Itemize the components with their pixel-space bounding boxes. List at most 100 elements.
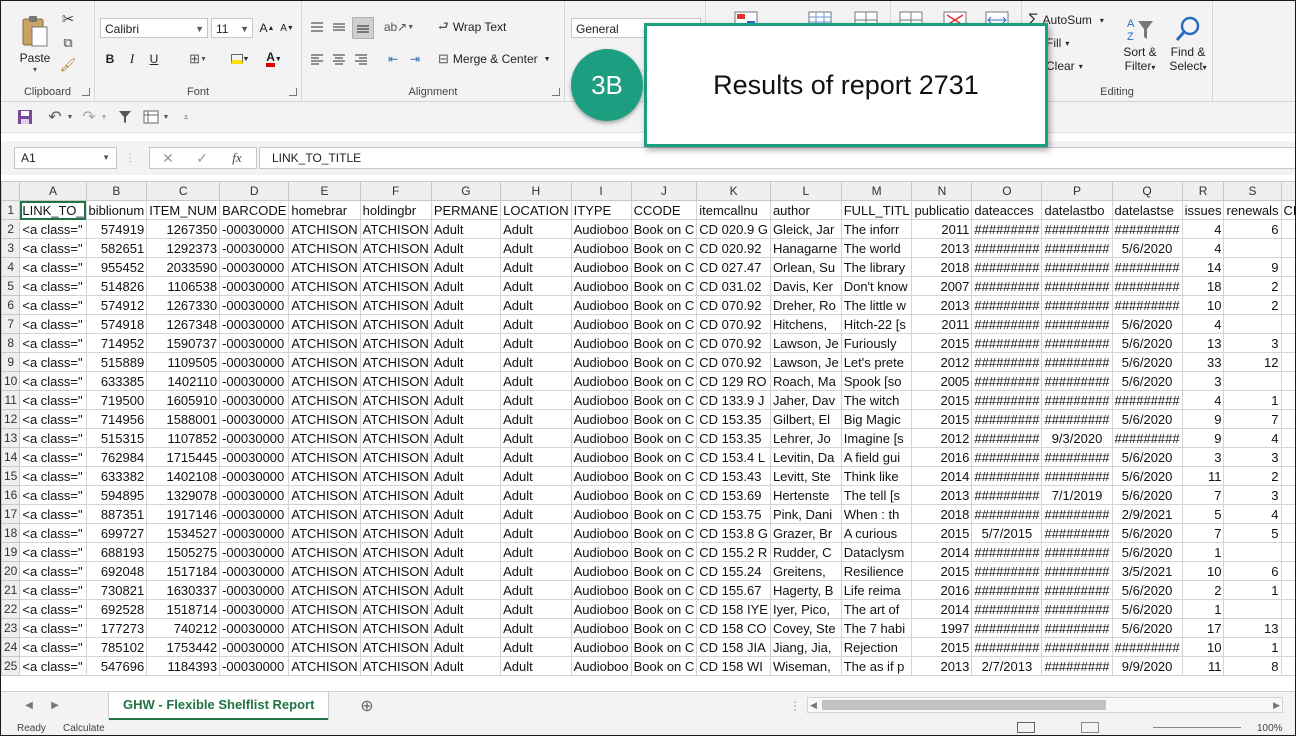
cell[interactable]: 10 (1181, 295, 1225, 315)
cell[interactable]: Adult (430, 523, 502, 543)
cell[interactable]: ATCHISON (288, 390, 361, 410)
cell[interactable]: CD 027.47 (696, 257, 771, 277)
cell[interactable]: issues (1181, 200, 1225, 220)
cell[interactable]: 2/7/2013 (971, 656, 1043, 676)
bold-button[interactable]: B (101, 49, 119, 69)
cell[interactable]: ATCHISON (359, 599, 432, 619)
cell[interactable]: <a class=" (19, 409, 87, 429)
cell[interactable]: 2013 (911, 238, 973, 258)
cell[interactable]: 582651 (85, 238, 148, 258)
zoom-slider[interactable] (1153, 727, 1241, 728)
cell[interactable]: <a class=" (19, 618, 87, 638)
cell[interactable] (1280, 656, 1295, 676)
cell[interactable]: 3 (1181, 447, 1225, 467)
row-header[interactable]: 4 (1, 257, 21, 277)
enter-icon[interactable]: ✓ (192, 148, 212, 168)
cell[interactable]: <a class=" (19, 466, 87, 486)
cell[interactable]: ######### (971, 219, 1043, 239)
cell[interactable]: ######### (1041, 352, 1113, 372)
cell[interactable]: Hitchens, (769, 314, 842, 334)
cell[interactable]: <a class=" (19, 447, 87, 467)
cell[interactable]: 1267330 (146, 295, 221, 315)
cell[interactable]: 5/6/2020 (1111, 447, 1183, 467)
cell[interactable]: Adult (430, 352, 502, 372)
cell[interactable]: The art of (840, 599, 913, 619)
paste-button[interactable]: Paste ▾ (11, 9, 59, 79)
cell[interactable]: renewals (1223, 200, 1282, 220)
cell[interactable]: <a class=" (19, 637, 87, 657)
cell[interactable]: ######### (971, 352, 1043, 372)
cell[interactable]: ######### (971, 390, 1043, 410)
cell[interactable]: ATCHISON (288, 409, 361, 429)
cell[interactable]: 699727 (85, 523, 148, 543)
cell[interactable]: 1605910 (146, 390, 221, 410)
cell[interactable]: ######### (1041, 618, 1113, 638)
align-center-icon[interactable] (330, 49, 348, 69)
cell[interactable]: Book on C (630, 352, 698, 372)
cell[interactable]: ######### (1041, 599, 1113, 619)
cell[interactable]: Book on C (630, 219, 698, 239)
scroll-tabs-right-icon[interactable]: ▶ (47, 696, 63, 714)
cell[interactable]: 1109505 (146, 352, 221, 372)
column-header[interactable]: R (1181, 181, 1225, 201)
column-header[interactable]: G (430, 181, 502, 201)
row-header[interactable]: 6 (1, 295, 21, 315)
cell[interactable]: 5/6/2020 (1111, 466, 1183, 486)
cell[interactable] (1280, 504, 1295, 524)
cell[interactable]: Book on C (630, 371, 698, 391)
cell[interactable] (1280, 466, 1295, 486)
cell[interactable]: ######### (1111, 295, 1183, 315)
cell[interactable]: CD 153.69 (696, 485, 771, 505)
cell[interactable]: -00030000 (219, 637, 290, 657)
shrink-font-icon[interactable]: A ▼ (278, 18, 296, 38)
cell[interactable]: Audioboo (570, 447, 632, 467)
cell[interactable]: ATCHISON (288, 466, 361, 486)
align-bottom-icon[interactable] (352, 17, 374, 39)
cell[interactable]: -00030000 (219, 618, 290, 638)
cell[interactable]: Adult (500, 485, 572, 505)
cell[interactable]: 13 (1223, 618, 1282, 638)
cell[interactable]: -00030000 (219, 599, 290, 619)
cell[interactable]: The inforr (840, 219, 913, 239)
cell[interactable]: ATCHISON (288, 542, 361, 562)
row-header[interactable]: 24 (1, 637, 21, 657)
cell[interactable]: -00030000 (219, 276, 290, 296)
cell[interactable]: CD 153.43 (696, 466, 771, 486)
cell[interactable]: ######### (971, 314, 1043, 334)
redo-dropdown-icon[interactable]: ▼ (99, 107, 109, 127)
cell[interactable] (1280, 637, 1295, 657)
row-header[interactable]: 7 (1, 314, 21, 334)
align-top-icon[interactable] (308, 17, 326, 37)
cell[interactable]: 574912 (85, 295, 148, 315)
cell[interactable]: Adult (430, 580, 502, 600)
cell[interactable]: CD 020.92 (696, 238, 771, 258)
status-calculate[interactable]: Calculate (63, 723, 105, 734)
cell[interactable]: 2011 (911, 314, 973, 334)
cell[interactable] (1280, 314, 1295, 334)
cell[interactable]: ######### (971, 637, 1043, 657)
cell[interactable]: ATCHISON (288, 219, 361, 239)
cell[interactable]: Book on C (630, 599, 698, 619)
italic-button[interactable]: I (123, 49, 141, 69)
cell[interactable] (1280, 409, 1295, 429)
cell[interactable]: Audioboo (570, 504, 632, 524)
cell[interactable]: -00030000 (219, 257, 290, 277)
cell[interactable]: 1 (1223, 580, 1282, 600)
name-box[interactable]: A1 ▼ (14, 147, 117, 169)
cell[interactable]: 3 (1223, 447, 1282, 467)
row-header[interactable]: 22 (1, 599, 21, 619)
cell[interactable]: 692528 (85, 599, 148, 619)
cell[interactable]: <a class=" (19, 371, 87, 391)
cell[interactable]: ATCHISON (359, 276, 432, 296)
sort-filter-button[interactable]: AZ Sort & Filter▾ (1118, 9, 1162, 79)
cell[interactable]: Davis, Ker (769, 276, 842, 296)
cell[interactable]: Audioboo (570, 333, 632, 353)
find-select-button[interactable]: Find & Select▾ (1166, 9, 1210, 79)
cell[interactable]: dateacces (971, 200, 1043, 220)
cell[interactable]: ATCHISON (288, 447, 361, 467)
cell[interactable]: ######### (1041, 466, 1113, 486)
cell[interactable]: The library (840, 257, 913, 277)
cell[interactable]: ATCHISON (288, 618, 361, 638)
cell[interactable]: 2015 (911, 523, 973, 543)
cell[interactable]: ATCHISON (288, 599, 361, 619)
